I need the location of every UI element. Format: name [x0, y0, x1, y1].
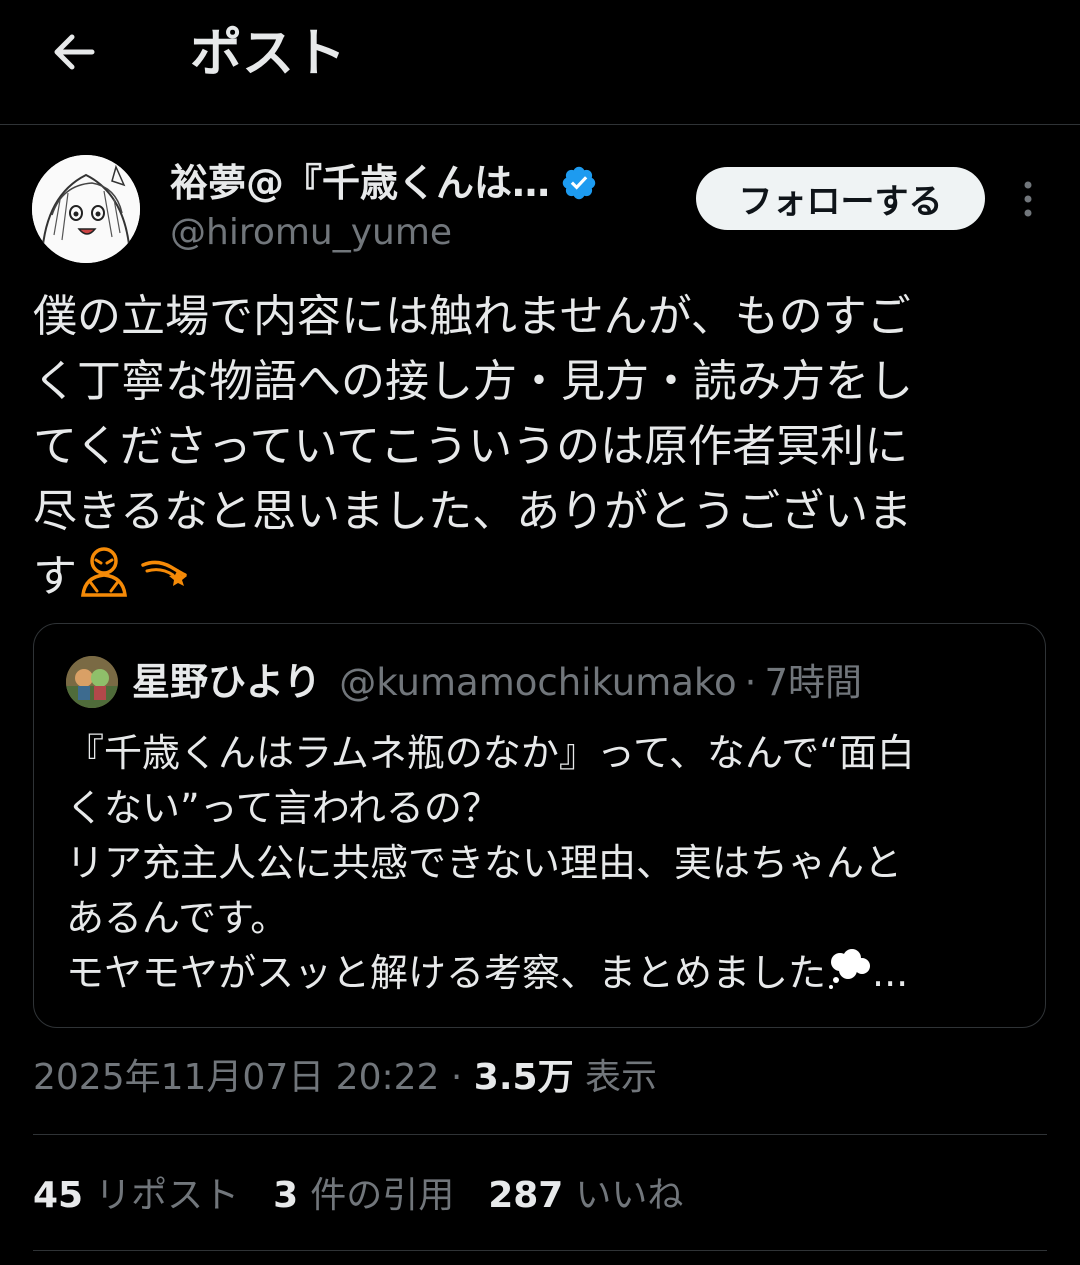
bowing-person-emoji [81, 547, 127, 597]
back-button[interactable] [44, 22, 104, 82]
quoted-time: 7時間 [764, 661, 862, 704]
engagement-stats: 45 リポスト 3 件の引用 287 いいね [33, 1170, 717, 1222]
quoted-header: 星野ひより @kumamochikumako · 7時間 [132, 654, 862, 711]
avatar-illustration [32, 155, 140, 263]
more-vertical-icon [1024, 181, 1032, 217]
quotes-label: 件の引用 [310, 1175, 455, 1216]
author-display-name[interactable]: 裕夢@『千歳くんは… [170, 158, 550, 208]
views-label: 表示 [585, 1057, 658, 1098]
quoted-author-name: 星野ひより [132, 660, 322, 704]
quoted-text-content: 『千歳くんはラムネ瓶のなか』って、なんで“面白 くない”って言われるの？ リア充… [66, 731, 915, 995]
quoted-text: 『千歳くんはラムネ瓶のなか』って、なんで“面白 くない”って言われるの？ リア充… [66, 726, 1026, 1001]
quotes-count: 3 [273, 1175, 299, 1216]
quoted-tweet-card[interactable]: 星野ひより @kumamochikumako · 7時間 『千歳くんはラムネ瓶の… [33, 623, 1046, 1028]
quoted-separator: · [744, 661, 757, 704]
divider [33, 1134, 1047, 1135]
tweet-text: 僕の立場で内容には触れませんが、ものすご く丁寧な物語への接し方・見方・読み方を… [33, 284, 1043, 609]
quoted-author-avatar [66, 656, 118, 708]
verified-badge-icon [562, 166, 596, 200]
divider [33, 1250, 1047, 1251]
more-options-button[interactable] [1008, 176, 1048, 222]
likes-stat[interactable]: 287 いいね [488, 1170, 683, 1222]
follow-button[interactable]: フォローする [696, 167, 985, 230]
quoted-avatar-illustration [66, 656, 118, 708]
reposts-label: リポスト [95, 1175, 240, 1216]
tweet-meta: 2025年11月07日 20:22 · 3.5万 表示 [33, 1052, 657, 1104]
author-handle[interactable]: @hiromu_yume [170, 208, 452, 258]
quoted-ellipsis: ... [872, 951, 909, 995]
reposts-stat[interactable]: 45 リポスト [33, 1170, 239, 1222]
likes-label: いいね [575, 1175, 684, 1216]
timestamp[interactable]: 2025年11月07日 20:22 [33, 1057, 439, 1098]
likes-count: 287 [488, 1175, 564, 1216]
page-title: ポスト [190, 24, 347, 84]
views-count: 3.5万 [473, 1057, 574, 1098]
quotes-stat[interactable]: 3 件の引用 [273, 1170, 454, 1222]
dizzy-emoji [141, 560, 187, 586]
author-avatar[interactable] [32, 155, 140, 263]
quoted-author-handle: @kumamochikumako [339, 661, 737, 704]
meta-separator: · [450, 1057, 463, 1098]
thought-balloon-emoji [829, 949, 871, 989]
reposts-count: 45 [33, 1175, 84, 1216]
author-name-row[interactable]: 裕夢@『千歳くんは… [170, 158, 598, 208]
arrow-left-icon [54, 34, 95, 70]
top-bar: ポスト [0, 0, 1080, 125]
